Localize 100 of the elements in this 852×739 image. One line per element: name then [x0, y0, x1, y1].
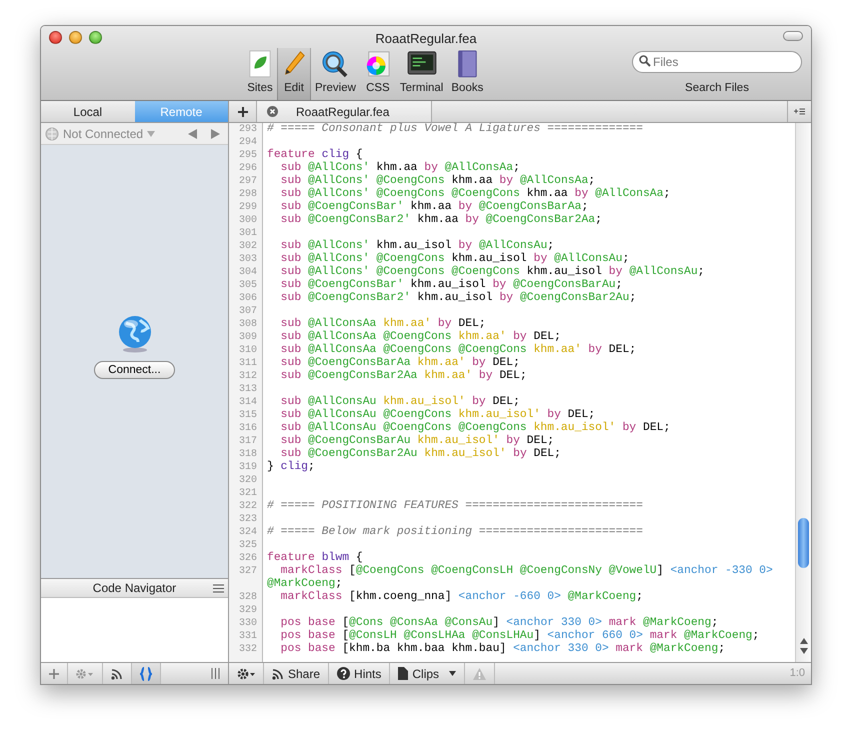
zoom-button[interactable]	[89, 30, 102, 44]
gear-icon	[76, 668, 94, 678]
line-number: 303	[238, 253, 258, 266]
caret-icon	[147, 130, 156, 136]
file-tab[interactable]: RoaatRegular.fea	[257, 101, 432, 122]
line-number: 307	[238, 305, 258, 318]
connect-button[interactable]: Connect...	[94, 360, 175, 378]
toolbar-toggle-button[interactable]	[783, 31, 803, 41]
toolbar-button[interactable]: Hints	[329, 663, 390, 684]
line-number: 315	[238, 409, 258, 422]
toolbar-button[interactable]: Sites	[243, 48, 277, 100]
sidebar-tool-button[interactable]	[132, 663, 161, 684]
code-line: # ===== POSITIONING FEATURES ==========================	[266, 500, 644, 513]
line-number: 310	[238, 344, 258, 357]
code-line: pos base [@ConsLH @ConsLHAa @ConsLHAu] <anchor 660 0> mark @MarkCoeng;	[280, 630, 760, 642]
line-number: 293	[238, 123, 258, 136]
code-line: sub @CoengConsBar2' khm.aa by @CoengConsBar2Aa;	[280, 214, 603, 227]
line-number: 296	[238, 162, 258, 175]
line-number: 331	[238, 630, 258, 643]
code-line: sub @AllCons' @CoengCons khm.aa by @AllConsAa;	[280, 175, 596, 188]
scroll-thumb[interactable]	[798, 518, 809, 568]
panel-title: Code Navigator	[92, 580, 176, 597]
back-arrow-icon[interactable]	[188, 128, 197, 138]
signal-icon	[272, 668, 284, 680]
line-number: 295	[238, 149, 258, 162]
document-icon	[398, 667, 408, 680]
toolbar-button[interactable]: Terminal	[396, 48, 448, 100]
toolbar-button[interactable]: CSS	[360, 48, 396, 100]
toolbar-button[interactable]: Preview	[311, 48, 360, 100]
code-line: pos base [khm.ba khm.baa khm.bau] <anchor 330 0> mark @MarkCoeng;	[280, 643, 726, 656]
toolbar-button[interactable]: Edit	[277, 48, 311, 100]
code-line: sub @AllConsAu @CoengCons @CoengCons khm.au_isol' by DEL;	[280, 422, 672, 434]
line-number: 294	[238, 136, 258, 149]
code-line: sub @AllConsAa @CoengCons @CoengCons khm.aa' by DEL;	[280, 344, 638, 356]
plus-list-icon	[794, 107, 805, 116]
line-number: 302	[238, 240, 258, 253]
warning-icon	[473, 668, 486, 680]
code-line: feature blwm {	[266, 552, 364, 564]
close-icon[interactable]	[267, 106, 278, 117]
close-button[interactable]	[49, 30, 62, 44]
globe-icon	[45, 126, 59, 140]
minimize-button[interactable]	[69, 30, 82, 44]
search-field[interactable]: Files	[632, 50, 802, 73]
line-number: 311	[238, 357, 258, 370]
code-line: sub @CoengConsBarAa khm.aa' by DEL;	[280, 357, 521, 370]
line-number: 332	[238, 643, 258, 656]
clips-dropdown[interactable]: Clips	[390, 663, 466, 684]
signal-icon	[111, 668, 123, 680]
line-number: 323	[238, 513, 258, 526]
code-line: sub @AllCons' @CoengCons @CoengCons khm.aa by @AllConsAa;	[280, 188, 672, 200]
line-number: 317	[238, 435, 258, 448]
line-number: 305	[238, 279, 258, 292]
code-line: markClass [@CoengCons @CoengConsLH @CoengConsNy @VowelU] <anchor -330 0> @MarkCoeng;	[266, 565, 774, 590]
help-icon	[337, 667, 350, 680]
line-number: 313	[238, 383, 258, 396]
scroll-down-icon[interactable]	[800, 648, 808, 654]
code-line: pos base [@Cons @ConsAa @ConsAu] <anchor 330 0> mark @MarkCoeng;	[280, 617, 720, 630]
line-number: 325	[238, 539, 258, 552]
scroll-up-icon[interactable]	[800, 638, 808, 644]
code-line: sub @AllCons' khm.aa by @AllConsAa;	[280, 162, 521, 174]
code-line: sub @AllConsAu @CoengCons khm.au_isol' by DEL;	[280, 409, 596, 422]
line-number: 327	[238, 565, 258, 579]
cursor-position: 1:0	[790, 666, 806, 682]
code-line: # ===== Below mark positioning ========================	[266, 526, 644, 539]
menu-icon[interactable]	[213, 584, 224, 593]
toolbar-button[interactable]: Books	[447, 48, 488, 100]
plus-icon	[49, 668, 59, 678]
toolbar-button[interactable]: Share	[264, 663, 330, 684]
code-line: sub @AllConsAa @CoengCons khm.aa' by DEL;	[280, 331, 562, 344]
line-number: 306	[238, 292, 258, 305]
line-number: 330	[238, 617, 258, 630]
code-line: # ===== Consonant plus Vowel A Ligatures ==============	[266, 123, 644, 136]
leaf-icon	[247, 50, 273, 78]
line-number: 298	[238, 188, 258, 201]
line-number: 324	[238, 526, 258, 539]
book-icon	[455, 50, 480, 78]
forward-arrow-icon[interactable]	[211, 128, 220, 138]
sidebar-tab[interactable]: Local	[41, 101, 134, 122]
line-number: 300	[238, 214, 258, 227]
line-number: 301	[238, 227, 258, 240]
line-number: 308	[238, 318, 258, 331]
code-line: feature clig {	[266, 149, 364, 162]
line-number: 329	[238, 604, 258, 617]
line-number: 320	[238, 474, 258, 487]
caret-icon	[449, 671, 456, 676]
code-line: } clig;	[266, 461, 316, 474]
line-number: 304	[238, 266, 258, 279]
code-line: sub @CoengConsBar2Aa khm.aa' by DEL;	[280, 370, 528, 383]
line-number: 322	[238, 500, 258, 513]
vertical-scrollbar[interactable]	[795, 123, 811, 662]
code-line: sub @AllCons' @CoengCons @CoengCons khm.au_isol by @AllConsAu;	[280, 266, 706, 278]
code-line: sub @CoengConsBar' khm.aa by @CoengConsBarAa;	[280, 201, 590, 214]
line-number: 319	[238, 461, 258, 474]
line-number: 318	[238, 448, 258, 461]
gear-icon	[237, 668, 255, 680]
line-number: 312	[238, 370, 258, 383]
code-line: sub @CoengConsBar2Au khm.au_isol' by DEL;	[280, 448, 562, 460]
code-line: sub @AllConsAa khm.aa' by DEL;	[280, 318, 487, 330]
braces-icon	[140, 666, 152, 680]
line-number: 321	[238, 487, 258, 500]
